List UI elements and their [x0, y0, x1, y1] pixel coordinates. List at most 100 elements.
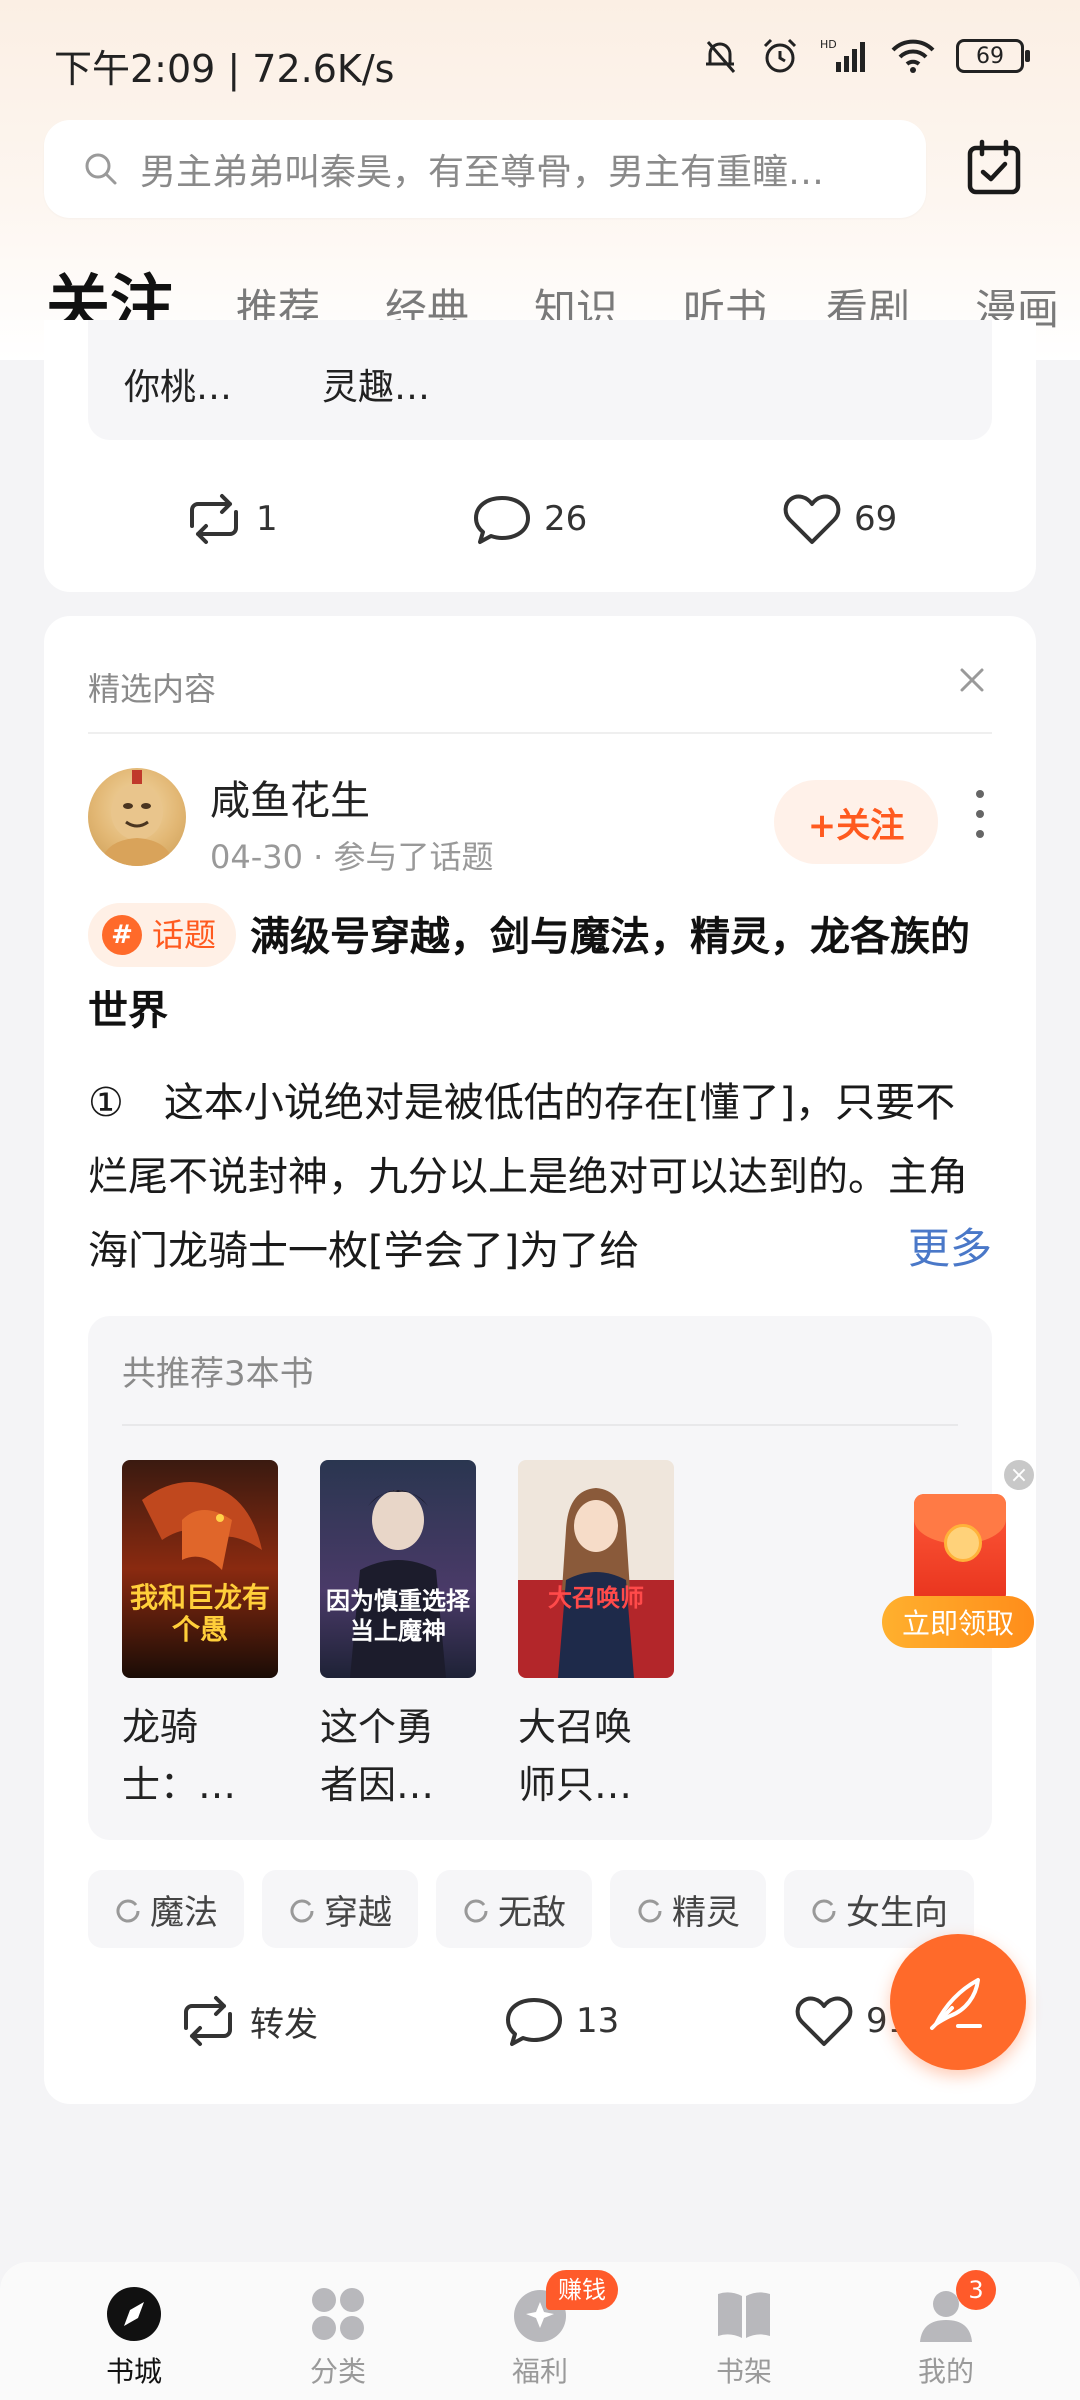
tag-label: 穿越 — [324, 1892, 392, 1933]
notification-badge: 3 — [956, 2270, 996, 2310]
wifi-icon — [891, 39, 935, 73]
tag-label: 女生向 — [846, 1892, 948, 1933]
nav-mine[interactable]: 3 我的 — [886, 2270, 1006, 2390]
divider — [88, 732, 992, 734]
featured-post-actions: 转发 13 91 — [44, 1984, 1036, 2064]
red-envelope-icon — [914, 1494, 1006, 1604]
tag-label: 无敌 — [498, 1892, 566, 1933]
divider — [122, 1424, 958, 1426]
refresh-circle-icon — [290, 1899, 314, 1923]
write-post-button[interactable] — [890, 1934, 1026, 2070]
user-icon: 3 — [916, 2270, 996, 2344]
red-packet-widget[interactable]: × 立即领取 — [880, 1460, 1040, 1650]
bottom-navigation: 书城 分类 赚钱 福利 书架 3 我的 — [0, 2262, 1080, 2400]
close-icon: × — [1009, 1462, 1029, 1488]
comment-icon — [474, 496, 530, 544]
nav-label: 福利 — [511, 2355, 568, 2388]
avatar[interactable] — [88, 768, 186, 866]
red-packet-close-button[interactable]: × — [1004, 1460, 1034, 1490]
more-options-button[interactable] — [972, 784, 988, 844]
author-name[interactable]: 咸鱼花生 — [210, 768, 370, 826]
summoner-cover-image — [518, 1460, 674, 1678]
hashtag-icon: # — [102, 915, 142, 955]
search-bar[interactable]: 男主弟弟叫秦昊，有至尊骨，男主有重瞳… — [44, 120, 926, 218]
tag-chip[interactable]: 无敌 — [436, 1870, 592, 1948]
topic-tag-label: 话题 — [152, 916, 217, 954]
book-title[interactable]: 大召唤师只… — [518, 1698, 668, 1814]
like-count: 69 — [854, 499, 898, 539]
previous-post-actions: 1 26 69 — [44, 476, 1036, 556]
book-cover[interactable]: 因为慎重选择当上魔神 — [320, 1460, 476, 1678]
previous-book-title[interactable]: 灵趣… — [322, 358, 430, 410]
comment-button[interactable]: 13 — [504, 1994, 619, 2048]
grid-icon — [308, 2284, 368, 2344]
search-placeholder[interactable]: 男主弟弟叫秦昊，有至尊骨，男主有重瞳… — [140, 143, 880, 195]
status-bar: 下午2:09 | 72.6K/s HD 69 — [0, 0, 1080, 120]
nav-bookstore[interactable]: 书城 — [74, 2284, 194, 2390]
tag-chips: 魔法 穿越 无敌 精灵 女生向 — [88, 1870, 1036, 1948]
book-title[interactable]: 这个勇者因… — [320, 1698, 470, 1814]
close-icon — [960, 668, 984, 692]
status-icons: HD 69 — [700, 36, 1030, 76]
tag-chip[interactable]: 精灵 — [610, 1870, 766, 1948]
expand-more-link[interactable]: 更多 — [844, 1212, 992, 1286]
previous-book-title[interactable]: 你桃… — [124, 358, 232, 410]
tag-chip[interactable]: 穿越 — [262, 1870, 418, 1948]
tag-label: 魔法 — [150, 1892, 218, 1933]
refresh-circle-icon — [638, 1899, 662, 1923]
tag-chip[interactable]: 魔法 — [88, 1870, 244, 1948]
book-icon — [714, 2284, 774, 2344]
recommended-books-box: 共推荐3本书 我和巨龙有个愚 龙骑士：… 因为慎重选择当上魔神 这个勇者因… 大… — [88, 1316, 992, 1840]
comment-count: 26 — [544, 499, 588, 539]
topic-title[interactable]: # 话题 满级号穿越，剑与魔法，精灵，龙各族的世界 — [88, 900, 988, 1048]
book-cover-text: 大召唤师 — [548, 1584, 644, 1612]
tag-label: 精灵 — [672, 1892, 740, 1933]
book-item[interactable]: 大召唤师 大召唤师只… — [518, 1460, 674, 1814]
battery-level: 69 — [976, 43, 1004, 69]
book-cover[interactable]: 大召唤师 — [518, 1460, 674, 1678]
repost-count: 1 — [256, 499, 278, 539]
nav-label: 书城 — [105, 2355, 162, 2388]
mute-bell-icon — [706, 41, 736, 73]
svg-text:HD: HD — [820, 38, 837, 51]
featured-post-card: 精选内容 咸鱼花生 04-30 · 参与了话题 +关注 # 话题 满级号穿越，剑… — [44, 616, 1036, 2104]
coin-icon — [944, 1524, 982, 1562]
repost-icon — [190, 494, 238, 544]
follow-button[interactable]: +关注 — [774, 780, 938, 864]
comment-icon — [506, 1998, 562, 2046]
repost-button[interactable]: 1 — [184, 492, 278, 546]
book-item[interactable]: 我和巨龙有个愚 龙骑士：… — [122, 1460, 278, 1814]
search-icon — [84, 152, 118, 186]
nav-bookshelf[interactable]: 书架 — [684, 2284, 804, 2390]
signal-icon: HD — [820, 38, 865, 72]
nav-label: 我的 — [917, 2355, 974, 2388]
book-cover[interactable]: 我和巨龙有个愚 — [122, 1460, 278, 1678]
more-vertical-icon — [976, 790, 984, 838]
comment-button[interactable]: 26 — [472, 492, 587, 546]
feather-pen-icon — [930, 1978, 982, 2030]
refresh-circle-icon — [464, 1899, 488, 1923]
author-meta: 04-30 · 参与了话题 — [210, 838, 494, 876]
claim-now-button[interactable]: 立即领取 — [882, 1596, 1034, 1648]
refresh-circle-icon — [812, 1899, 836, 1923]
calendar-check-icon — [967, 139, 1021, 195]
dismiss-button[interactable] — [958, 666, 986, 698]
comment-count: 13 — [576, 2001, 620, 2041]
book-item[interactable]: 因为慎重选择当上魔神 这个勇者因… — [320, 1460, 476, 1814]
nav-label: 分类 — [309, 2355, 366, 2388]
repost-label: 转发 — [250, 2004, 318, 2045]
calendar-checkin-button[interactable] — [962, 136, 1026, 200]
previous-post-books: 你桃… 灵趣… — [88, 320, 992, 440]
alarm-icon — [763, 38, 797, 73]
like-button[interactable]: 69 — [782, 492, 897, 546]
book-cover-text: 因为慎重选择当上魔神 — [326, 1587, 470, 1645]
repost-icon — [184, 1996, 232, 2046]
earn-badge: 赚钱 — [546, 2270, 618, 2310]
book-title[interactable]: 龙骑士：… — [122, 1698, 272, 1814]
nav-welfare[interactable]: 赚钱 福利 — [480, 2270, 618, 2390]
gift-icon: 赚钱 — [510, 2270, 618, 2344]
compass-icon — [104, 2284, 164, 2344]
topic-tag[interactable]: # 话题 — [88, 903, 237, 967]
nav-category[interactable]: 分类 — [278, 2284, 398, 2390]
repost-button[interactable]: 转发 — [178, 1994, 318, 2048]
